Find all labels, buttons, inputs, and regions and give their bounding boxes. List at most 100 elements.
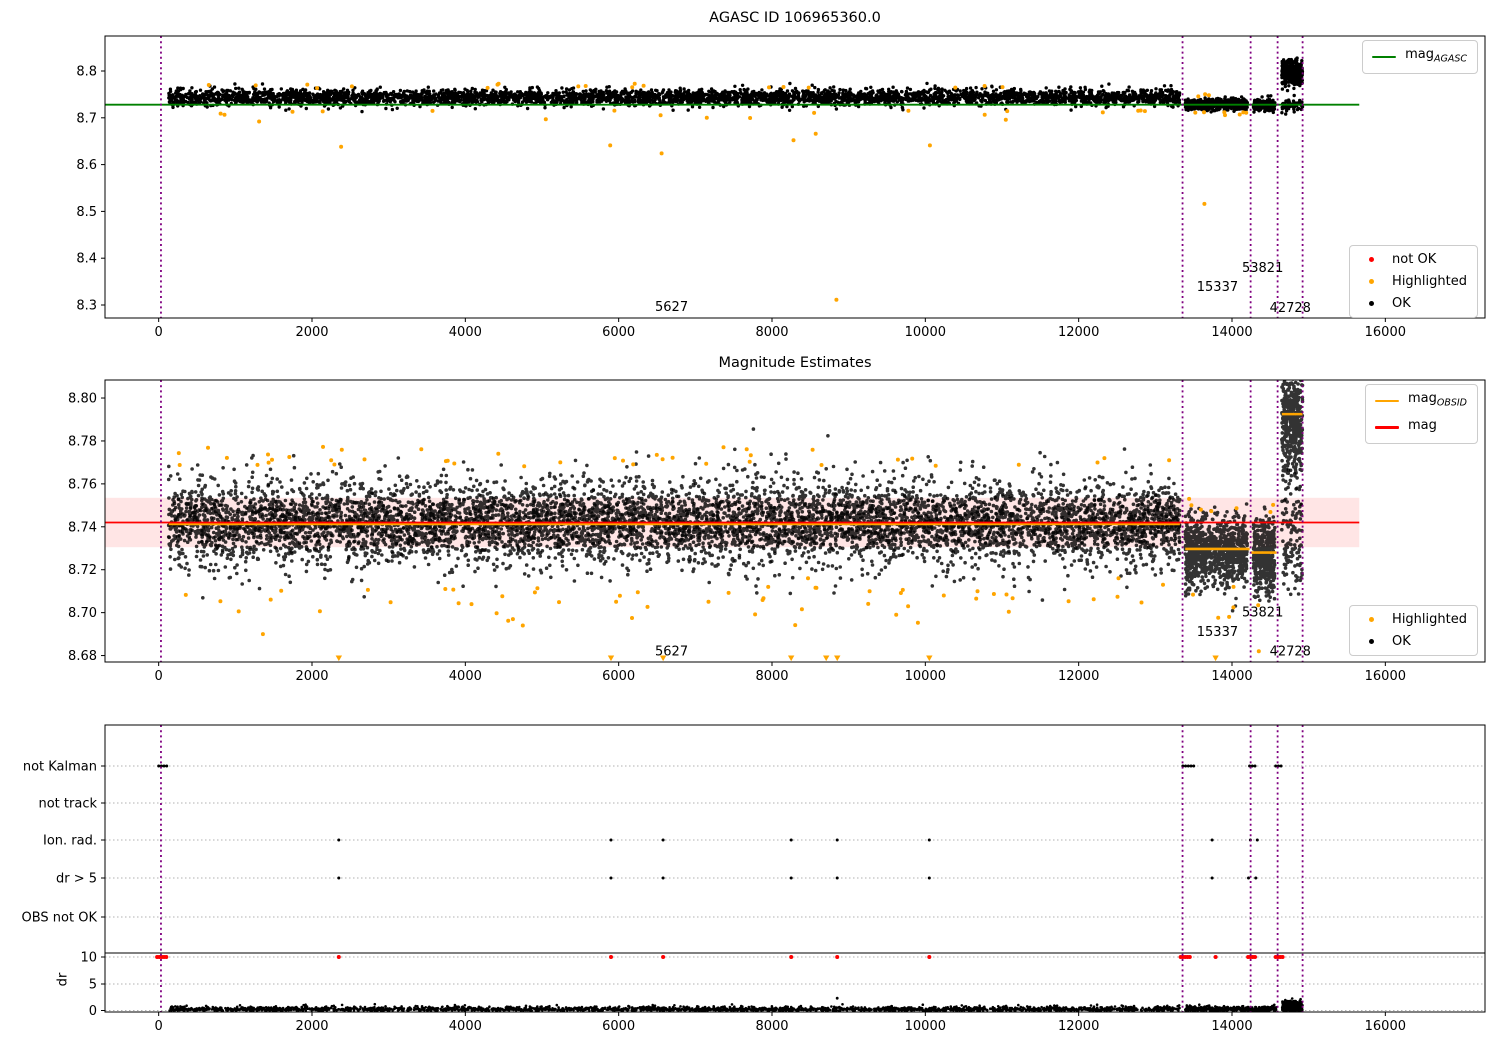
y-tick-label: 8.4 (76, 252, 97, 267)
plot-flags-and-dr: 0 2000 4000 6000 8000 10000 12000 14000 16000 not… (22, 724, 1486, 1034)
dr-axis-label: dr (55, 972, 71, 987)
x-tick-label: 14000 (1211, 325, 1252, 340)
flag-row-label: not track (38, 797, 97, 812)
x-tick-label: 6000 (602, 325, 635, 340)
red-line-swatch (1374, 426, 1399, 429)
y-tick-label: 8.6 (76, 158, 97, 173)
clipped-low-point-triangle (834, 655, 841, 662)
x-tick-label: 14000 (1211, 1019, 1252, 1034)
clipped-low-point-triangle (335, 655, 343, 662)
legend-label-not-ok: not OK (1392, 252, 1437, 267)
legend-item-highlighted-2: Highlighted (1359, 611, 1467, 628)
middle-plot-title: Magnitude Estimates (718, 355, 872, 371)
y-tick-label: 8.7 (76, 111, 97, 126)
dr-points (168, 1002, 1181, 1012)
y-tick-label: 8.8 (76, 65, 97, 80)
y-tick-label: 8.78 (68, 434, 97, 449)
y-tick-label: 8.72 (68, 563, 97, 578)
y-tick-label: 8.76 (68, 477, 97, 492)
x-tick-label: 6000 (602, 669, 635, 684)
legend-item-mag-obsid: magOBSID (1374, 390, 1467, 412)
legend-point-types-top: not OK Highlighted OK (1349, 245, 1478, 318)
clipped-low-point-triangle (607, 655, 615, 662)
x-tick-label: 16000 (1365, 669, 1406, 684)
obsid-annotation: 5627 (655, 300, 688, 315)
y-tick-label: 8.5 (76, 205, 97, 220)
legend-label-mag-obsid: magOBSID (1407, 391, 1467, 409)
legend-label-highlighted-2: Highlighted (1392, 612, 1467, 627)
top-plot-title: AGASC ID 106965360.0 (709, 10, 881, 26)
flag-row-label: not Kalman (23, 760, 97, 775)
flag-row-label: dr > 5 (56, 871, 97, 886)
x-tick-label: 8000 (755, 669, 788, 684)
x-tick-label: 10000 (905, 669, 946, 684)
obsid-annotation: 15337 (1197, 625, 1238, 640)
figure: 5627 15337 53821 42728 0 2000 4000 6000 8000 1000… (0, 0, 1500, 1050)
plot-agasc-mag: 5627 15337 53821 42728 0 2000 4000 6000 8000 1000… (76, 35, 1486, 340)
x-tick-label: 16000 (1365, 1019, 1406, 1034)
ok-points (167, 81, 1182, 114)
plots-canvas: 56271533753821427280 2000 4000 6000 8000 1000… (22, 35, 1486, 1034)
dr-points (1280, 997, 1304, 1012)
x-tick-label: 12000 (1058, 1019, 1099, 1034)
y-tick-label: 8.68 (68, 649, 97, 664)
legend-item-mag-agasc: magAGASC (1372, 46, 1467, 68)
legend-label-ok-2: OK (1392, 634, 1411, 649)
x-tick-label: 4000 (449, 325, 482, 340)
legend-item-ok-2: OK (1359, 633, 1467, 650)
orange-dot-icon (1359, 279, 1383, 284)
flag-row-label: 5 (89, 977, 97, 992)
x-tick-label: 14000 (1211, 669, 1252, 684)
obsid-annotation: 42728 (1270, 301, 1311, 316)
x-tick-label: 0 (155, 1019, 163, 1034)
legend-label-mag-agasc: magAGASC (1405, 47, 1467, 65)
legend-item-not-ok: not OK (1359, 251, 1467, 268)
black-dot-icon (1359, 301, 1383, 306)
black-dot-icon (1359, 639, 1383, 644)
x-tick-label: 8000 (755, 1019, 788, 1034)
red-dot-icon (1359, 257, 1383, 262)
x-tick-label: 10000 (905, 1019, 946, 1034)
dr-points (1184, 1003, 1278, 1012)
flag-row-label: Ion. rad. (43, 834, 97, 849)
clipped-low-point-triangle (1212, 655, 1219, 662)
legend-item-mag: mag (1374, 417, 1467, 439)
flag-row-label: OBS not OK (22, 911, 98, 926)
y-tick-label: 8.3 (76, 298, 97, 313)
x-tick-label: 2000 (295, 1019, 328, 1034)
y-tick-label: 8.80 (68, 392, 97, 407)
legend-item-ok: OK (1359, 295, 1467, 312)
orange-dot-icon (1359, 617, 1383, 622)
x-tick-label: 16000 (1365, 325, 1406, 340)
legend-label-highlighted: Highlighted (1392, 274, 1467, 289)
x-tick-label: 4000 (449, 669, 482, 684)
ok-points (1280, 56, 1305, 93)
x-tick-label: 4000 (449, 1019, 482, 1034)
legend-mag-agasc: magAGASC (1362, 40, 1478, 74)
clipped-low-point-triangle (787, 655, 795, 662)
x-tick-label: 2000 (295, 669, 328, 684)
x-tick-label: 2000 (295, 325, 328, 340)
flag-row-label: 0 (89, 1004, 97, 1019)
y-tick-label: 8.74 (68, 520, 97, 535)
legend-label-ok: OK (1392, 296, 1411, 311)
x-tick-label: 6000 (602, 1019, 635, 1034)
x-tick-label: 10000 (905, 325, 946, 340)
x-tick-label: 0 (155, 325, 163, 340)
clipped-low-point-triangle (823, 655, 830, 662)
legend-item-highlighted: Highlighted (1359, 273, 1467, 290)
x-tick-label: 12000 (1058, 325, 1099, 340)
obsid-annotation: 5627 (655, 644, 688, 659)
x-tick-label: 12000 (1058, 669, 1099, 684)
x-tick-label: 8000 (755, 325, 788, 340)
green-line-swatch (1372, 55, 1397, 59)
flag-row-label: 10 (80, 951, 97, 966)
ok-points (1251, 505, 1277, 603)
plot-magnitude-estimates: 5627 15337 53821 42728 0 2000 4000 6000 8000 1000… (68, 379, 1486, 684)
obsid-annotation: 53821 (1242, 606, 1283, 621)
x-tick-label: 0 (155, 669, 163, 684)
obsid-annotation: 15337 (1197, 280, 1238, 295)
clipped-low-point-triangle (926, 655, 933, 662)
obsid-annotation: 53821 (1242, 261, 1283, 276)
orange-line-swatch (1374, 399, 1399, 403)
